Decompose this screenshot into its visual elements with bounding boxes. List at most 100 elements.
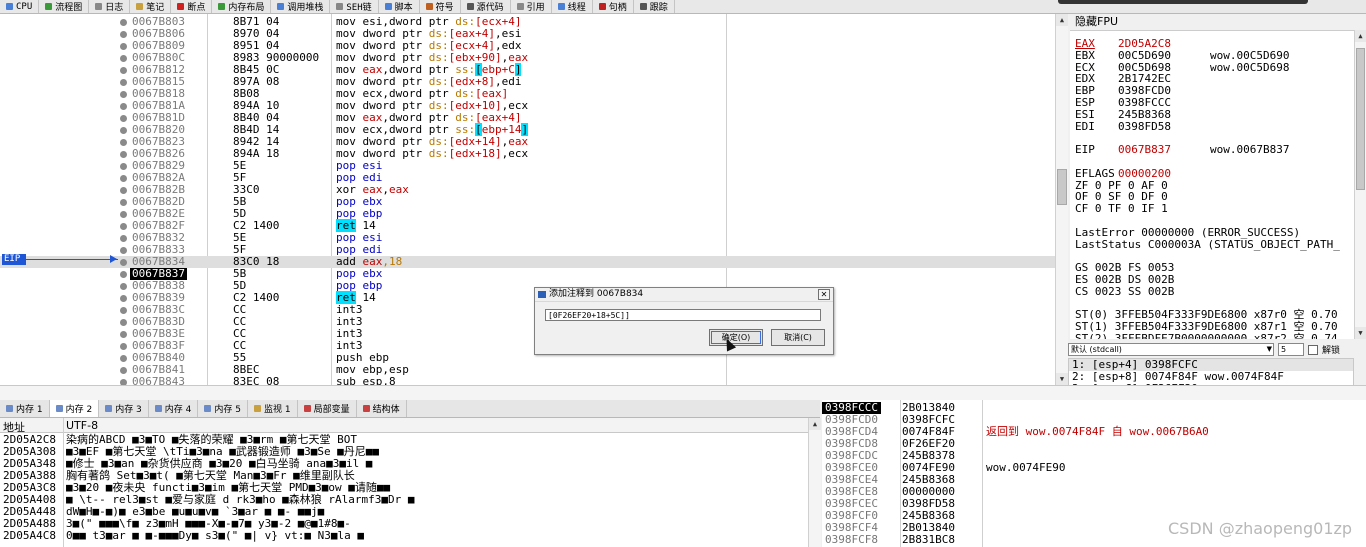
close-icon[interactable]: ✕ [818,289,830,300]
register-line[interactable]: ST(2) 3FFEBDFE7B0000000000 x87r2 空 0.74 [1075,333,1338,339]
tab-dump-6[interactable]: 局部变量 [298,400,357,417]
breakpoint-dot-icon[interactable] [120,43,127,50]
toolbar-tab-1[interactable]: 流程图 [39,0,90,13]
register-line[interactable]: ZF 0 PF 0 AF 0 [1075,180,1168,191]
toolbar-tab-14[interactable]: 跟踪 [634,0,675,13]
register-line[interactable]: EAX 2D05A2C8 [1075,38,1210,49]
tab-dump-4[interactable]: 内存 5 [198,400,248,417]
scroll-down-icon[interactable]: ▼ [1355,327,1366,339]
breakpoint-dot-icon[interactable] [120,31,127,38]
scroll-thumb[interactable] [1356,48,1365,190]
toolbar-tab-2[interactable]: 日志 [89,0,131,13]
breakpoint-dot-icon[interactable] [120,271,127,278]
breakpoint-dot-icon[interactable] [120,139,127,146]
tab-dump-3[interactable]: 内存 4 [149,400,199,417]
cancel-button[interactable]: 取消(C) [771,329,825,346]
breakpoint-dot-icon[interactable] [120,115,127,122]
breakpoint-dot-icon[interactable] [120,331,127,338]
breakpoint-dot-icon[interactable] [120,295,127,302]
toolbar-tab-0[interactable]: CPU [0,0,40,13]
breakpoint-dot-icon[interactable] [120,211,127,218]
register-line[interactable]: CS 0023 SS 002B [1075,286,1174,297]
scroll-down-icon[interactable]: ▼ [1056,373,1068,385]
toolbar-tab-6[interactable]: 调用堆栈 [271,0,331,13]
toolbar-tab-12[interactable]: 线程 [552,0,593,13]
breakpoint-dot-icon[interactable] [120,79,127,86]
register-line[interactable]: EDI 0398FD58 [1075,121,1210,132]
register-line[interactable]: CF 0 TF 0 IF 1 [1075,203,1168,214]
breakpoint-dot-icon[interactable] [120,187,127,194]
disassembly-view[interactable]: 0067B803 8B71 04 mov esi,dword ptr ds:[ecx… [0,14,1056,385]
register-line[interactable]: ST(0) 3FFEB504F333F9DE6800 x87r0 空 0.70 [1075,309,1338,320]
scroll-up-icon[interactable]: ▲ [809,418,821,430]
register-line[interactable]: GS 002B FS 0053 [1075,262,1174,273]
breakpoint-dot-icon[interactable] [120,67,127,74]
toolbar-tab-11[interactable]: 引用 [511,0,552,13]
hide-fpu-toggle[interactable]: 隐藏FPU [1070,14,1366,31]
toolbar-tab-3[interactable]: 笔记 [130,0,172,13]
breakpoint-dot-icon[interactable] [120,19,127,26]
breakpoint-dot-icon[interactable] [120,367,127,374]
breakpoint-dot-icon[interactable] [120,343,127,350]
breakpoint-dot-icon[interactable] [120,91,127,98]
dump-scrollbar[interactable]: ▲ [808,418,821,547]
register-line[interactable]: ST(1) 3FFEB504F333F9DE6800 x87r1 空 0.70 [1075,321,1338,332]
breakpoint-dot-icon[interactable] [120,307,127,314]
disasm-row[interactable]: 0067B843 83EC 08 sub esp,8 [0,376,1056,385]
register-line[interactable]: OF 0 SF 0 DF 0 [1075,191,1168,202]
breakpoint-dot-icon[interactable] [120,163,127,170]
breakpoint-dot-icon[interactable] [120,355,127,362]
toolbar-tab-8[interactable]: 脚本 [379,0,420,13]
breakpoint-dot-icon[interactable] [120,283,127,290]
toolbar-tab-7[interactable]: SEH链 [330,0,379,13]
breakpoint-dot-icon[interactable] [120,55,127,62]
toolbar-tab-5[interactable]: 内存布局 [212,0,272,13]
scroll-up-icon[interactable]: ▲ [1355,30,1366,42]
disasm-scrollbar[interactable]: ▲ ▼ [1055,14,1068,385]
breakpoint-dot-icon[interactable] [120,319,127,326]
scroll-thumb[interactable] [1057,169,1067,205]
breakpoint-dot-icon[interactable] [120,175,127,182]
register-line[interactable]: EBX 00C5D690 wow.00C5D690 [1075,50,1289,61]
ok-button[interactable]: 确定(O) [709,329,763,346]
unlock-checkbox[interactable] [1308,344,1318,355]
call-convention-select[interactable]: 默认 (stdcall) ▼ [1068,343,1274,356]
register-line[interactable]: ESI 245B8368 [1075,109,1210,120]
breakpoint-dot-icon[interactable] [120,199,127,206]
register-line[interactable]: LastError 00000000 (ERROR_SUCCESS) [1075,227,1300,238]
registers-panel[interactable]: 隐藏FPU EAX 2D05A2C8 EBX 00C5D690 wow.00C5D690… [1070,14,1366,339]
register-line[interactable]: ESP 0398FCCC [1075,97,1210,108]
breakpoint-dot-icon[interactable] [120,259,127,266]
breakpoint-dot-icon[interactable] [120,247,127,254]
toolbar-tab-13[interactable]: 句柄 [593,0,634,13]
breakpoint-dot-icon[interactable] [120,151,127,158]
register-line[interactable]: ES 002B DS 002B [1075,274,1174,285]
tab-dump-5[interactable]: 监视 1 [248,400,298,417]
tab-dump-1[interactable]: 内存 2 [49,400,100,417]
register-line[interactable]: EIP 0067B837 wow.0067B837 [1075,144,1289,155]
tab-dump-7[interactable]: 结构体 [357,400,407,417]
register-line[interactable]: LastStatus C000003A (STATUS_OBJECT_PATH_ [1075,239,1340,250]
tab-dump-2[interactable]: 内存 3 [99,400,149,417]
toolbar-tab-9[interactable]: 符号 [420,0,461,13]
register-line[interactable]: EFLAGS 00000200 [1075,168,1210,179]
register-line[interactable]: ECX 00C5D698 wow.00C5D698 [1075,62,1289,73]
register-line[interactable]: EBP 0398FCD0 [1075,85,1210,96]
comment-input[interactable]: [0F26EF20+18+5C]] [545,309,821,321]
arg-count-stepper[interactable]: 5 [1278,343,1304,356]
memory-dump-view[interactable]: 地址 UTF-8 2D05A2C8 染病的ABCD ■3■TO ■失落的荣耀 ■3… [0,418,820,547]
toolbar-tab-4[interactable]: 断点 [171,0,213,13]
registers-scrollbar[interactable]: ▲ ▼ [1354,30,1366,339]
tab-dump-0[interactable]: 内存 1 [0,400,50,417]
dialog-titlebar[interactable]: 添加注释到 0067B834 ✕ [535,288,833,302]
breakpoint-dot-icon[interactable] [120,103,127,110]
horizontal-scrollbar[interactable] [0,385,1366,400]
dump-row[interactable]: 2D05A4C8 0■■ t3■ar ■ ■-■■■Dy■ s3■(" ■| v}… [0,530,808,542]
breakpoint-dot-icon[interactable] [120,127,127,134]
toolbar-tab-10[interactable]: 源代码 [461,0,511,13]
breakpoint-dot-icon[interactable] [120,223,127,230]
breakpoint-dot-icon[interactable] [120,235,127,242]
scroll-up-icon[interactable]: ▲ [1056,14,1068,26]
register-line[interactable]: EDX 2B1742EC [1075,73,1210,84]
dump-col-text[interactable]: UTF-8 [66,419,98,432]
